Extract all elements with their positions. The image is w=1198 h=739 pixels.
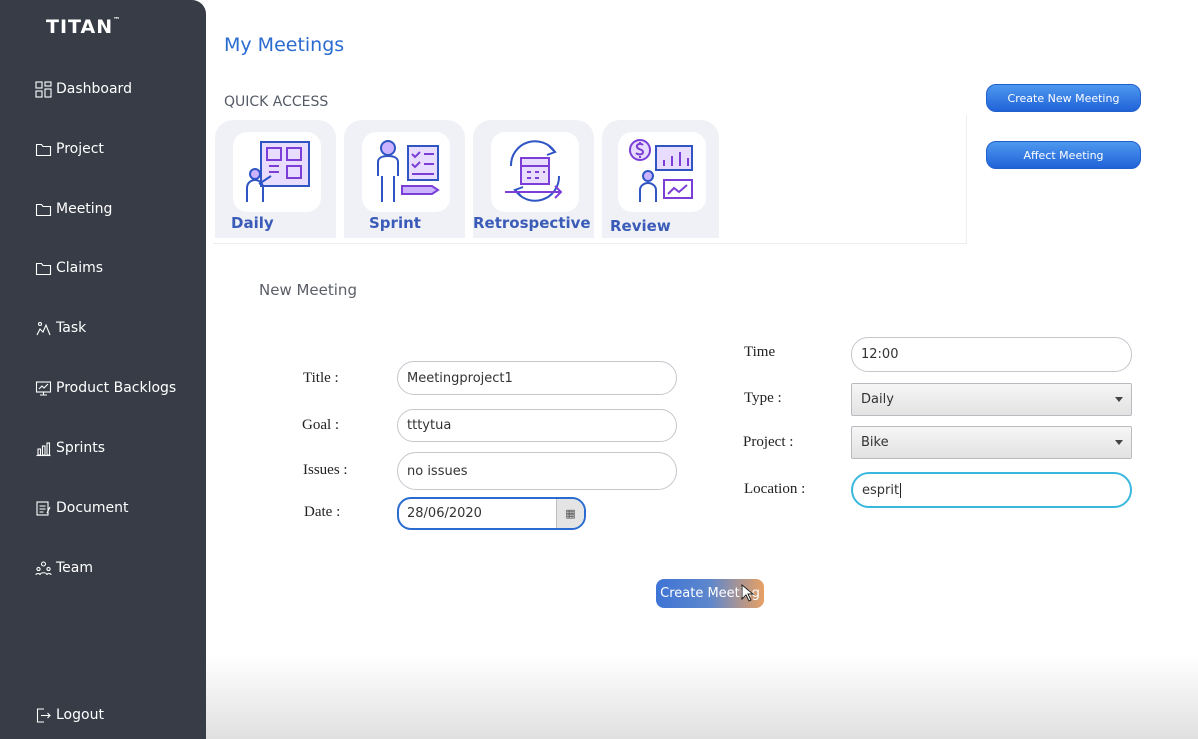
quick-access-label-daily: Daily (231, 214, 274, 232)
sidebar-item-meeting[interactable]: Meeting (35, 197, 112, 221)
checklist-person-icon (377, 140, 440, 202)
sidebar-item-label: Product Backlogs (56, 380, 177, 396)
document-icon (36, 500, 51, 516)
location-input[interactable]: esprit (851, 472, 1132, 508)
quick-access-sprint[interactable]: Sprint (344, 120, 465, 238)
logout-icon (36, 707, 51, 723)
quick-access-daily[interactable]: Daily (215, 120, 336, 238)
new-meeting-heading: New Meeting (259, 281, 357, 299)
affect-meeting-button[interactable]: Affect Meeting (986, 141, 1141, 169)
sidebar-item-document[interactable]: Document (35, 496, 129, 520)
sidebar-item-project[interactable]: Project (35, 137, 104, 161)
create-new-meeting-button[interactable]: Create New Meeting (986, 84, 1141, 112)
issues-label: Issues : (303, 462, 348, 478)
sidebar-item-label: Sprints (56, 440, 106, 456)
task-icon (36, 321, 51, 335)
issues-input[interactable]: no issues (397, 452, 677, 490)
whiteboard-presenter-icon (246, 141, 310, 202)
chevron-down-icon (1115, 440, 1123, 445)
backlog-icon (35, 380, 52, 396)
calendar-cycle-icon (505, 140, 563, 202)
quick-access-retrospective[interactable]: Retrospective (473, 120, 594, 238)
folder-icon (35, 143, 52, 156)
calendar-icon[interactable]: ▦ (556, 499, 584, 528)
finance-review-icon (629, 139, 693, 202)
sidebar-item-label: Logout (56, 707, 104, 723)
chart-icon (36, 441, 51, 456)
quick-access-review[interactable]: Review (602, 120, 719, 238)
text-caret (900, 482, 902, 498)
quick-access-label-review: Review (610, 217, 671, 235)
team-icon (35, 560, 52, 575)
title-input[interactable]: Meetingproject1 (397, 361, 677, 395)
quick-access-label: QUICK ACCESS (224, 94, 329, 110)
mouse-cursor-icon (741, 584, 755, 602)
sidebar-item-label: Dashboard (56, 81, 132, 97)
app-logo[interactable]: TITAN™ (46, 16, 120, 38)
folder-icon (35, 262, 52, 275)
project-select[interactable]: Bike (851, 426, 1132, 459)
sidebar-item-label: Project (56, 141, 104, 157)
sidebar-item-label: Document (56, 500, 129, 516)
type-label: Type : (744, 390, 782, 406)
sidebar-item-label: Meeting (56, 201, 113, 217)
sidebar-item-team[interactable]: Team (35, 556, 93, 580)
type-select[interactable]: Daily (851, 383, 1132, 416)
chevron-down-icon (1115, 397, 1123, 402)
sidebar-item-label: Task (56, 320, 87, 336)
folder-icon (35, 203, 52, 216)
goal-input[interactable]: tttytua (397, 409, 677, 442)
footer-shade (206, 655, 1198, 739)
sidebar-item-label: Claims (56, 260, 104, 276)
page-title: My Meetings (224, 34, 345, 56)
location-label: Location : (744, 481, 806, 497)
sidebar-item-dashboard[interactable]: Dashboard (35, 77, 132, 101)
sidebar-item-sprints[interactable]: Sprints (35, 436, 105, 460)
date-input[interactable]: 28/06/2020 ▦ (397, 497, 586, 530)
sidebar-item-task[interactable]: Task (35, 316, 86, 340)
goal-label: Goal : (302, 417, 340, 433)
sidebar-item-claims[interactable]: Claims (35, 256, 103, 280)
time-label: Time (744, 344, 776, 360)
date-label: Date : (304, 504, 341, 520)
sidebar: TITAN™ Dashboard Project Meeting Claims … (0, 0, 206, 739)
sidebar-item-label: Team (56, 560, 94, 576)
sidebar-item-product-backlogs[interactable]: Product Backlogs (35, 376, 176, 400)
dashboard-icon (35, 80, 52, 98)
quick-access-label-retrospective: Retrospective (473, 214, 591, 232)
time-input[interactable]: 12:00 (851, 337, 1132, 372)
title-label: Title : (303, 370, 339, 386)
quick-access-label-sprint: Sprint (369, 214, 421, 232)
project-label: Project : (743, 434, 794, 450)
sidebar-item-logout[interactable]: Logout (35, 703, 104, 727)
